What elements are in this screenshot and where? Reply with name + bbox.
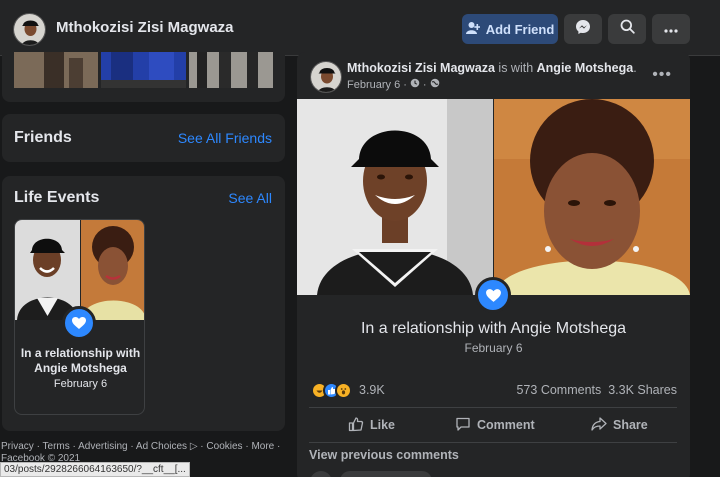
footer-link-cookies[interactable]: Cookies <box>206 441 242 452</box>
view-previous-comments-link[interactable]: View previous comments <box>309 448 459 462</box>
relationship-heart-icon <box>475 277 511 313</box>
share-button[interactable]: Share <box>591 414 648 436</box>
profile-name[interactable]: Mthokozisi Zisi Magwaza <box>56 19 234 36</box>
browser-status-url: 03/posts/2928266064163650/?__cft__[... <box>0 462 190 477</box>
comment-avatar[interactable] <box>310 471 332 477</box>
photo-thumbnail[interactable] <box>101 52 186 88</box>
life-event-date: February 6 <box>53 378 108 390</box>
photo-thumbnail[interactable] <box>189 52 273 88</box>
footer-link-terms[interactable]: Terms <box>43 441 70 452</box>
profile-avatar[interactable] <box>13 13 46 46</box>
life-event-photo-right <box>81 220 144 320</box>
post-options-icon[interactable]: ••• <box>652 66 672 84</box>
post-stats: 573 Comments 3.3K Shares <box>516 383 677 397</box>
post-date[interactable]: February 6 <box>347 79 400 91</box>
life-event-item[interactable]: In a relationship with Angie Motshega Fe… <box>14 219 145 415</box>
more-options-button[interactable] <box>652 14 690 44</box>
search-button[interactable] <box>608 14 646 44</box>
shares-count[interactable]: 3.3K Shares <box>608 383 677 397</box>
post-tagged-name[interactable]: Angie Motshega <box>537 61 634 75</box>
add-friend-icon <box>465 21 480 38</box>
post-card: Mthokozisi Zisi Magwaza is with Angie Mo… <box>297 52 690 477</box>
comment-bubble <box>340 471 432 477</box>
reaction-icons[interactable] <box>311 382 352 399</box>
comment-button[interactable]: Comment <box>455 414 535 436</box>
add-friend-label: Add Friend <box>485 21 555 37</box>
comments-count[interactable]: 573 Comments <box>516 383 601 397</box>
profile-header-bar: Mthokozisi Zisi Magwaza Add Friend <box>0 0 720 56</box>
footer-link-advertising[interactable]: Advertising <box>78 441 127 452</box>
globe-icon <box>430 78 440 91</box>
see-all-life-events-link[interactable]: See All <box>228 190 272 206</box>
photos-card <box>2 52 285 102</box>
share-label: Share <box>613 418 648 432</box>
messenger-button[interactable] <box>564 14 602 44</box>
see-all-friends-link[interactable]: See All Friends <box>178 130 272 146</box>
like-button[interactable]: Like <box>348 414 395 436</box>
divider <box>309 442 677 443</box>
post-photo-right[interactable] <box>494 99 690 295</box>
like-icon <box>348 416 364 435</box>
ad-choices-icon: ▷ <box>189 441 198 452</box>
life-event-photo-left <box>15 220 80 320</box>
footer-link-ad-choices[interactable]: Ad Choices ▷ <box>136 441 198 452</box>
post-photo-left[interactable] <box>297 99 493 295</box>
comment-icon <box>455 416 471 435</box>
footer-link-privacy[interactable]: Privacy <box>1 441 34 452</box>
footer-link-more[interactable]: More <box>251 441 274 452</box>
post-event-title: In a relationship with Angie Motshega <box>360 320 627 337</box>
divider <box>309 407 677 408</box>
clock-icon <box>410 78 420 91</box>
reaction-count[interactable]: 3.9K <box>359 383 385 397</box>
wow-reaction-icon <box>335 382 352 399</box>
like-label: Like <box>370 418 396 432</box>
relationship-heart-icon <box>62 306 96 340</box>
photo-thumbnail[interactable] <box>14 52 98 88</box>
search-icon <box>620 19 635 39</box>
add-friend-button[interactable]: Add Friend <box>462 14 558 44</box>
post-event-date: February 6 <box>464 341 523 355</box>
post-author-avatar[interactable] <box>310 61 342 93</box>
comment-label: Comment <box>477 418 535 432</box>
messenger-icon <box>575 19 591 40</box>
post-with-text: is with <box>498 61 534 75</box>
friends-card: Friends See All Friends <box>2 114 285 162</box>
post-header-text: Mthokozisi Zisi Magwaza is with Angie Mo… <box>347 61 637 75</box>
more-icon <box>664 20 678 38</box>
friends-title: Friends <box>14 129 72 146</box>
post-meta: February 6 · · <box>347 78 440 91</box>
life-event-title: In a relationship with Angie Motshega <box>20 346 141 375</box>
share-icon <box>591 416 607 435</box>
life-events-title: Life Events <box>14 189 100 206</box>
post-author-name[interactable]: Mthokozisi Zisi Magwaza <box>347 61 495 75</box>
